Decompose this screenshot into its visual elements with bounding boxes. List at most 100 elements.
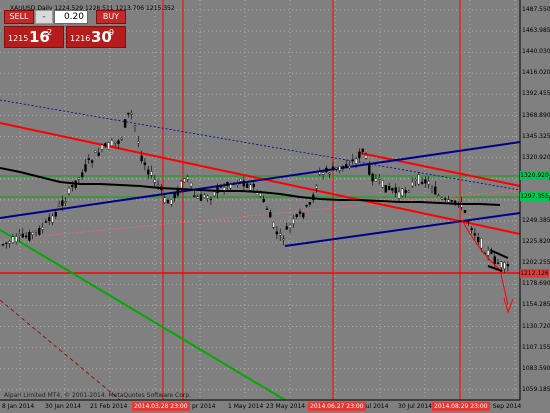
bull-candle: [397, 191, 401, 199]
bear-candle: [424, 179, 427, 184]
bear-candle: [490, 252, 493, 254]
lot-size-input[interactable]: 0.20: [54, 10, 88, 24]
bear-candle: [61, 200, 64, 206]
bear-candle: [275, 231, 279, 235]
price-axis-label: 1320.920: [522, 153, 550, 161]
bear-candle: [331, 166, 335, 171]
bull-candle: [259, 192, 262, 197]
bull-candle: [279, 233, 282, 236]
bear-candle: [242, 180, 246, 187]
bear-candle: [24, 235, 28, 238]
bull-candle: [100, 144, 104, 150]
bear-candle: [193, 195, 196, 197]
bull-candle: [120, 137, 124, 140]
buy-button[interactable]: BUY: [96, 10, 126, 24]
bull-candle: [348, 166, 351, 169]
bull-candle: [440, 197, 444, 200]
bear-candle: [1, 244, 5, 246]
lot-decrease-button[interactable]: -: [35, 10, 53, 24]
bull-candle: [364, 155, 368, 159]
buy-price-box[interactable]: 1216 30 9: [66, 26, 126, 48]
bear-candle: [506, 263, 510, 267]
bull-candle: [486, 250, 490, 256]
bull-candle: [57, 205, 61, 207]
bear-candle: [104, 143, 107, 147]
price-axis-label: 1059.185: [522, 385, 550, 393]
bull-candle: [401, 188, 404, 196]
bull-candle: [203, 194, 206, 198]
bull-candle: [411, 181, 414, 187]
bear-candle: [44, 221, 48, 223]
date-line-tag: 2014.08.29 23:00: [432, 402, 490, 411]
bull-candle: [378, 178, 381, 180]
bear-candle: [140, 155, 143, 162]
bear-candle: [173, 193, 176, 199]
bear-candle: [404, 190, 407, 194]
bear-candle: [252, 183, 256, 188]
price-chart[interactable]: [0, 0, 550, 413]
bull-candle: [94, 150, 97, 153]
bear-candle: [384, 185, 387, 193]
bear-candle: [28, 232, 31, 241]
bull-candle: [335, 167, 338, 170]
bull-candle: [156, 184, 160, 187]
bear-candle: [444, 198, 447, 200]
bear-candle: [295, 214, 298, 217]
bull-candle: [206, 195, 209, 199]
bear-candle: [262, 198, 265, 202]
bull-candle: [338, 166, 341, 171]
bull-candle: [130, 113, 133, 115]
bear-candle: [351, 159, 354, 161]
bull-candle: [18, 234, 21, 236]
bull-candle: [34, 230, 38, 233]
bull-candle: [14, 236, 18, 242]
time-axis-label: pr 2014: [192, 403, 216, 410]
bull-candle: [239, 178, 242, 182]
sell-price-box[interactable]: 1215 16 2: [4, 26, 64, 48]
bear-candle: [166, 199, 170, 204]
bull-candle: [107, 142, 110, 150]
bull-candle: [196, 196, 199, 199]
buy-price-point: 9: [109, 28, 115, 37]
bear-candle: [146, 169, 150, 175]
bull-candle: [374, 178, 378, 182]
bull-candle: [67, 188, 71, 194]
bull-candle: [179, 181, 183, 189]
bull-candle: [186, 176, 190, 180]
bull-candle: [189, 182, 193, 187]
bear-candle: [87, 158, 91, 161]
time-axis-label: 30 Jan 2014: [45, 403, 81, 410]
bear-candle: [21, 233, 24, 238]
bear-candle: [477, 237, 480, 243]
price-axis-label: 1154.285: [522, 301, 550, 309]
bull-candle: [183, 178, 186, 183]
bear-candle: [345, 163, 348, 168]
price-axis-label: 1368.890: [522, 111, 550, 119]
sell-price-prefix: 1215: [8, 34, 29, 43]
bear-candle: [269, 212, 272, 218]
time-axis-label: 21 Feb 2014: [90, 403, 128, 410]
bull-candle: [288, 224, 292, 228]
bear-candle: [470, 228, 473, 231]
bull-candle: [500, 261, 503, 268]
price-axis-label: 1083.590: [522, 364, 550, 372]
bear-candle: [48, 217, 51, 222]
bear-candle: [219, 186, 223, 188]
price-level-tag: 1212.126: [520, 269, 549, 278]
sell-button[interactable]: SELL: [4, 10, 34, 24]
bear-candle: [450, 200, 453, 202]
bear-candle: [325, 167, 328, 173]
bear-candle: [80, 172, 84, 178]
bull-candle: [8, 241, 11, 244]
time-axis-label: 8 Jan 2014: [2, 403, 35, 410]
date-line-tag: 2014.06.27 23:00: [308, 402, 366, 411]
bull-candle: [447, 199, 450, 203]
bull-candle: [282, 238, 285, 240]
bear-candle: [434, 186, 437, 195]
price-axis-label: 1130.720: [522, 322, 550, 330]
bull-candle: [229, 184, 232, 189]
bear-candle: [71, 185, 74, 188]
bear-candle: [54, 211, 57, 217]
bull-candle: [480, 238, 483, 249]
bull-candle: [437, 195, 440, 198]
